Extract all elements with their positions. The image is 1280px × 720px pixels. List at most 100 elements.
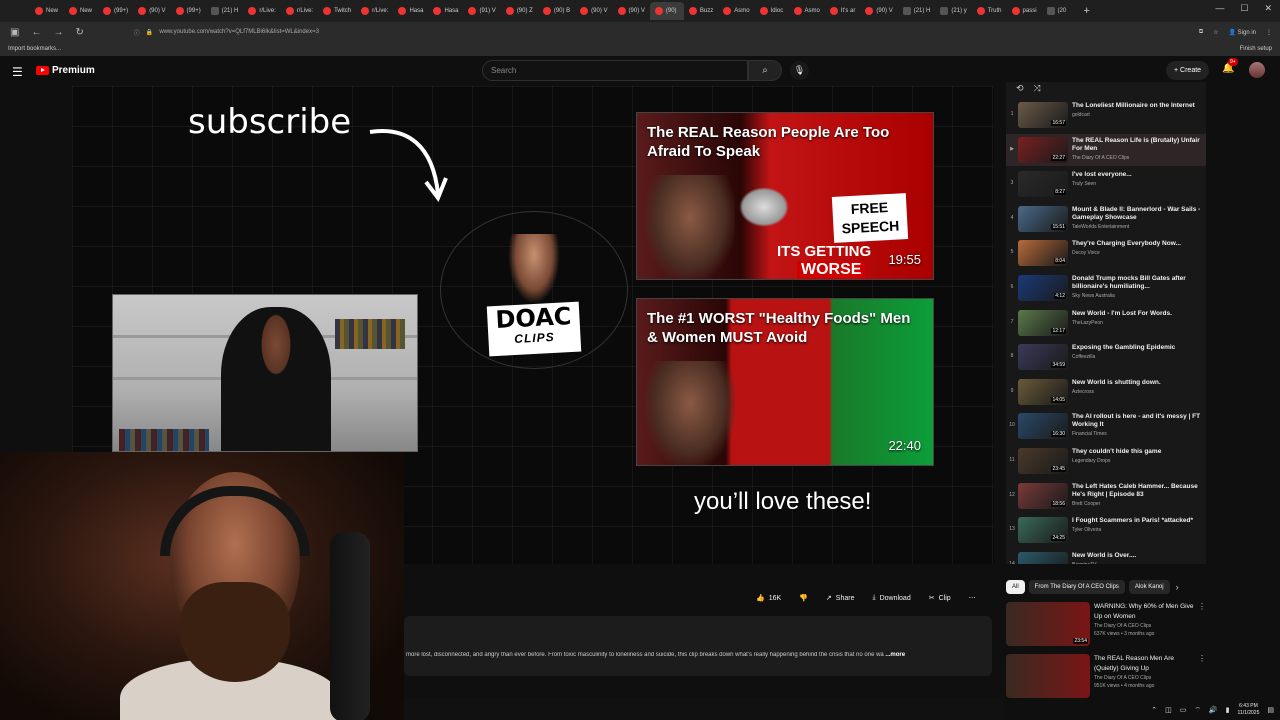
browser-tab[interactable]: (90) Z xyxy=(501,2,538,20)
playlist-item[interactable]: 12 18:56 The Left Hates Caleb Hammer... Be… xyxy=(1006,480,1206,512)
battery-icon[interactable]: ▮ xyxy=(1226,706,1230,714)
browser-tab[interactable]: r/Live: xyxy=(356,2,393,20)
notification-icon[interactable]: ▤ xyxy=(1267,706,1274,714)
maximize-icon[interactable]: ☐ xyxy=(1240,3,1248,14)
playlist-duration: 14:05 xyxy=(1051,396,1066,403)
browser-tab[interactable]: (21) H xyxy=(898,2,936,20)
browser-tab[interactable]: It's ar xyxy=(825,2,860,20)
minimize-icon[interactable]: — xyxy=(1215,3,1224,14)
more-vert-icon[interactable]: ⋮ xyxy=(1198,602,1206,648)
browser-tab[interactable]: (91) V xyxy=(463,2,500,20)
browser-tab[interactable]: r/Live: xyxy=(243,2,280,20)
browser-tab[interactable]: (90) B xyxy=(538,2,575,20)
browser-tab[interactable]: r/Live: xyxy=(281,2,318,20)
new-tab-button[interactable]: + xyxy=(1084,5,1090,17)
more-actions-button[interactable]: ⋯ xyxy=(963,589,982,607)
filter-chip[interactable]: Alok Kanoj xyxy=(1128,580,1170,594)
hamburger-icon[interactable]: ☰ xyxy=(12,65,23,79)
reload-icon[interactable]: ↻ xyxy=(75,27,83,38)
browser-tab[interactable]: passi xyxy=(1007,2,1042,20)
doac-clips-logo[interactable]: DOAC CLIPS xyxy=(486,301,582,357)
bookmark-star-icon[interactable]: ☆ xyxy=(1213,29,1218,36)
filter-chip[interactable]: From The Diary Of A CEO Clips xyxy=(1028,580,1125,594)
playlist-item[interactable]: 8 34:59 Exposing the Gambling Epidemic Coff… xyxy=(1006,341,1206,373)
loop-icon[interactable]: ⟲ xyxy=(1016,83,1024,94)
download-button[interactable]: ⤓ Download xyxy=(866,589,916,607)
description-text[interactable]: more lost, disconnected, and angry than … xyxy=(406,652,990,658)
browser-tab[interactable]: (20 xyxy=(1042,2,1076,20)
wifi-icon[interactable]: ⌔ xyxy=(1194,706,1201,715)
shuffle-icon[interactable]: ⤨ xyxy=(1034,83,1041,94)
browser-tab[interactable]: (90) V xyxy=(133,2,170,20)
filter-chip[interactable]: All xyxy=(1006,580,1025,594)
browser-tab[interactable]: (99+) xyxy=(171,2,206,20)
description-box[interactable] xyxy=(404,616,992,676)
browser-tab[interactable]: Truth xyxy=(972,2,1007,20)
system-clock[interactable]: 6:43 PM 11/1/2025 xyxy=(1238,703,1260,717)
playlist-item[interactable]: 14 New World is Over.... BagginsTV xyxy=(1006,549,1206,564)
like-button[interactable]: 👍 16K xyxy=(750,589,787,607)
browser-tab[interactable]: New xyxy=(64,2,98,20)
close-icon[interactable]: ✕ xyxy=(1264,3,1272,14)
menu-icon[interactable]: ⋮ xyxy=(1266,29,1272,36)
chevron-right-icon[interactable]: › xyxy=(1176,582,1179,592)
browser-tab[interactable]: New xyxy=(30,2,64,20)
playlist-item[interactable]: 4 15:51 Mount & Blade II: Bannerlord - War… xyxy=(1006,203,1206,235)
dislike-button[interactable]: 👎 xyxy=(793,589,814,607)
playlist-channel: Brett Cooper xyxy=(1072,500,1101,507)
recommended-video[interactable]: 23:54 WARNING: Why 60% of Men Give Up on … xyxy=(1006,602,1206,648)
signin-button[interactable]: 👤 Sign in xyxy=(1229,29,1257,36)
voice-search-button[interactable]: 🎙 xyxy=(790,61,809,80)
playlist-item[interactable]: 5 8:04 They're Charging Everybody Now... De… xyxy=(1006,237,1206,269)
endscreen-video-card[interactable]: The #1 WORST "Healthy Foods" Men & Women… xyxy=(636,298,934,466)
browser-tab[interactable]: (21) y xyxy=(935,2,971,20)
browser-tab[interactable]: (99+) xyxy=(98,2,133,20)
extensions-icon[interactable]: ⧉ xyxy=(1199,29,1203,36)
playlist-item[interactable]: 3 8:27 I've lost everyone... Truly Seen xyxy=(1006,168,1206,200)
avatar[interactable] xyxy=(1249,62,1265,78)
browser-tab[interactable]: (90) V xyxy=(575,2,612,20)
url-text[interactable]: www.youtube.com/watch?v=QLf7MLBi6Ik&list… xyxy=(159,29,319,35)
youtube-logo[interactable]: Premium xyxy=(36,65,95,76)
browser-tab[interactable]: (90) xyxy=(649,2,684,20)
browser-tab[interactable]: Hasa xyxy=(428,2,463,20)
browser-tab[interactable]: Twitch xyxy=(318,2,356,20)
playlist-item[interactable]: 7 12:17 New World - I'm Lost For Words. The… xyxy=(1006,307,1206,339)
sidebar-toggle-icon[interactable]: ▣ xyxy=(10,27,19,38)
browser-tab[interactable]: Asmo xyxy=(789,2,825,20)
browser-tab[interactable]: Idioc xyxy=(755,2,789,20)
volume-icon[interactable]: 🔊 xyxy=(1209,706,1218,714)
playlist-item[interactable]: ▶ 22:27 The REAL Reason Life is (Brutally)… xyxy=(1006,133,1206,166)
network-icon[interactable]: ◫ xyxy=(1165,706,1172,714)
display-icon[interactable]: ▭ xyxy=(1180,706,1187,714)
browser-tab[interactable]: Asmo xyxy=(718,2,754,20)
tab-favicon-icon xyxy=(361,7,370,15)
browser-tab[interactable]: Buzz xyxy=(684,2,718,20)
share-button[interactable]: ↗ Share xyxy=(820,589,861,607)
browser-tab[interactable]: (90) V xyxy=(613,2,650,20)
chevron-up-icon[interactable]: ⌃ xyxy=(1151,706,1157,714)
playlist-item[interactable]: 11 23:45 They couldn't hide this game Legen… xyxy=(1006,445,1206,477)
description-more-link[interactable]: ...more xyxy=(885,652,905,658)
recommended-video[interactable]: The REAL Reason Men Are (Quietly) Giving… xyxy=(1006,654,1206,700)
tab-label: (91) V xyxy=(479,8,496,14)
playlist-item[interactable]: 10 16:30 The AI rollout is here - and it's… xyxy=(1006,410,1206,442)
browser-tab[interactable]: Hasa xyxy=(393,2,428,20)
endscreen-video-card[interactable]: FREE SPEECH ITS GETTING WORSE The REAL R… xyxy=(636,112,934,280)
import-bookmarks-link[interactable]: Import bookmarks... xyxy=(8,46,61,52)
playlist-item[interactable]: 1 16:57 The Loneliest Millionaire on the I… xyxy=(1006,99,1206,131)
playlist-item[interactable]: 9 14:05 New World is shutting down. Aztecro… xyxy=(1006,376,1206,408)
forward-icon[interactable]: → xyxy=(53,27,63,38)
search-button[interactable]: ⌕ xyxy=(748,60,782,81)
more-vert-icon[interactable]: ⋮ xyxy=(1198,654,1206,700)
info-icon[interactable]: ⓘ xyxy=(134,28,140,37)
finish-setup-link[interactable]: Finish setup xyxy=(1240,46,1272,52)
browser-tab[interactable]: (90) V xyxy=(860,2,897,20)
search-input[interactable]: Search xyxy=(482,60,748,81)
playlist-item[interactable]: 13 24:25 I Fought Scammers in Paris! *atta… xyxy=(1006,514,1206,546)
clip-button[interactable]: ✂ Clip xyxy=(923,589,957,607)
create-button[interactable]: + Create xyxy=(1166,61,1210,80)
playlist-item[interactable]: 6 4:12 Donald Trump mocks Bill Gates after… xyxy=(1006,272,1206,304)
browser-tab[interactable]: (21) H xyxy=(206,2,244,20)
back-icon[interactable]: ← xyxy=(31,27,41,38)
